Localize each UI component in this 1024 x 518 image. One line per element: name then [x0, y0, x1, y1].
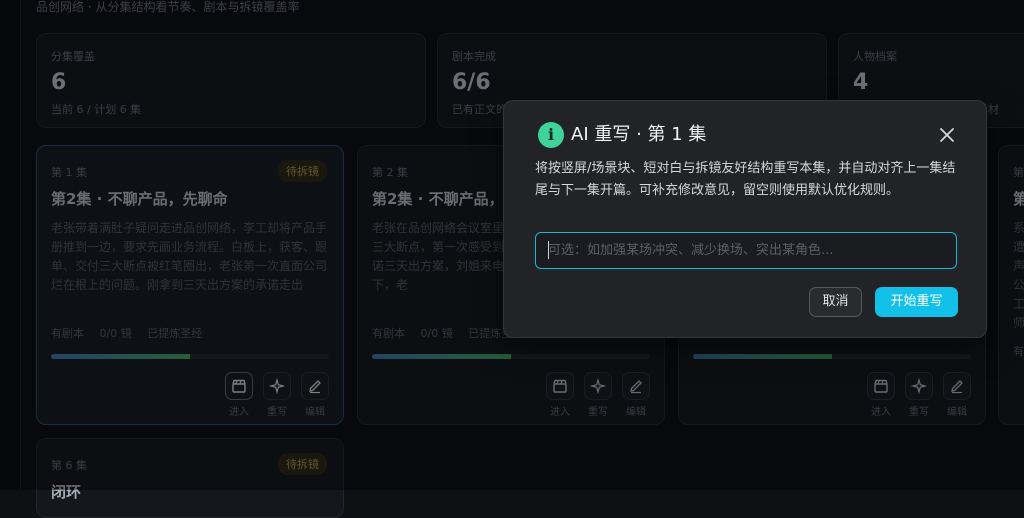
rewrite-notes-input[interactable]: [535, 232, 957, 269]
close-icon[interactable]: [938, 126, 956, 144]
info-icon: i: [538, 122, 564, 148]
dialog-title: AI 重写 · 第 1 集: [571, 124, 707, 145]
cancel-button[interactable]: 取消: [809, 287, 862, 317]
text-caret: [548, 241, 549, 259]
start-rewrite-button[interactable]: 开始重写: [875, 287, 958, 317]
dialog-description: 将按竖屏/场景块、短对白与拆镜友好结构重写本集，并自动对齐上一集结尾与下一集开篇…: [535, 161, 956, 198]
rewrite-dialog: i AI 重写 · 第 1 集 将按竖屏/场景块、短对白与拆镜友好结构重写本集，…: [503, 100, 987, 338]
